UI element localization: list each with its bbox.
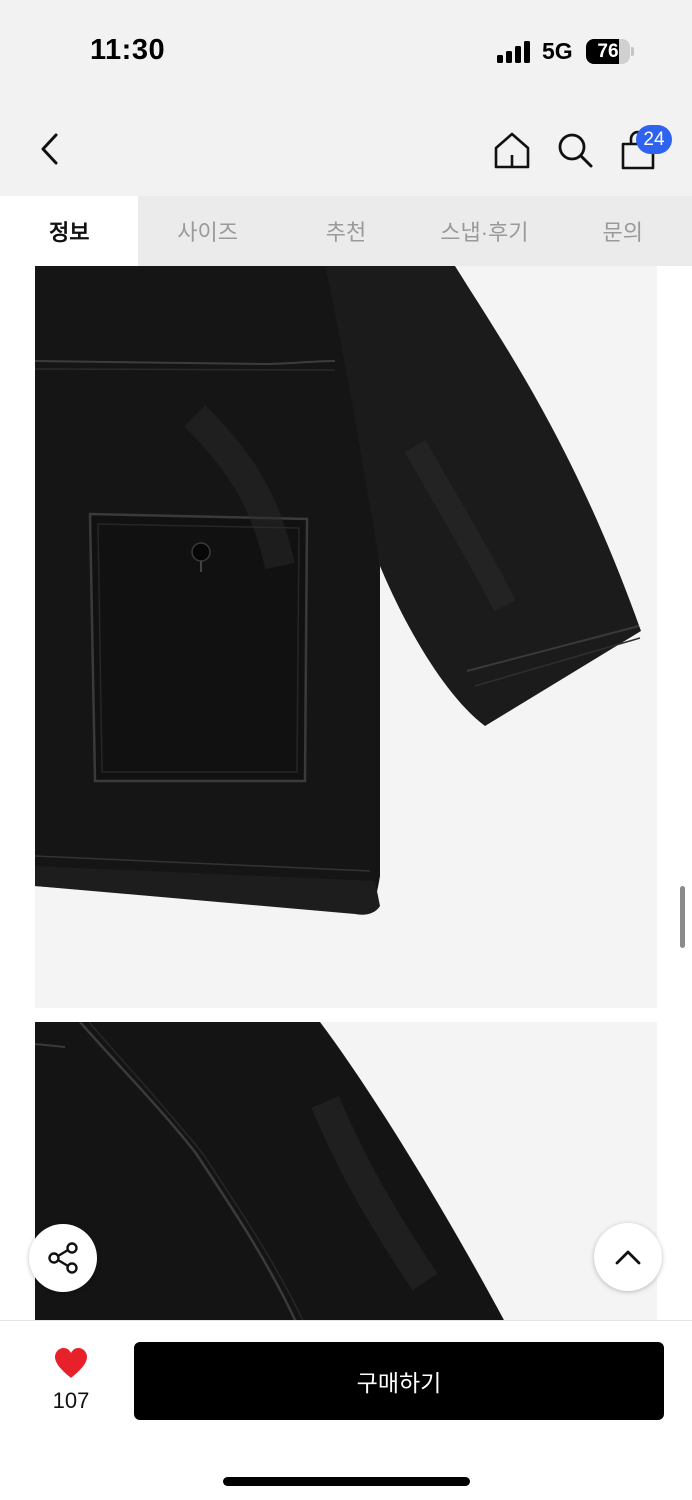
status-time: 11:30: [90, 34, 166, 66]
scroll-indicator[interactable]: [680, 886, 685, 948]
buy-button[interactable]: 구매하기: [134, 1342, 664, 1420]
tab-inquiry[interactable]: 문의: [554, 196, 692, 266]
product-image-back: [35, 1022, 657, 1320]
app-header: [0, 100, 692, 196]
home-button[interactable]: [490, 128, 534, 172]
tab-recommend[interactable]: 추천: [277, 196, 415, 266]
signal-icon: [497, 41, 533, 63]
battery-icon: 76: [586, 39, 630, 64]
battery-level: 76: [597, 41, 619, 62]
back-button[interactable]: [28, 127, 72, 171]
bottom-action-bar: 107 구매하기: [0, 1320, 692, 1500]
chevron-left-icon: [41, 133, 58, 165]
like-button[interactable]: 107: [36, 1347, 106, 1413]
cart-count-badge: 24: [636, 125, 672, 154]
tab-bar: 정보 사이즈 추천 스냅·후기 문의: [0, 196, 692, 266]
tab-size[interactable]: 사이즈: [138, 196, 276, 266]
status-bar: 11:30 5G 76: [0, 0, 692, 100]
chevron-up-icon: [615, 1250, 641, 1265]
scroll-top-button[interactable]: [594, 1223, 662, 1291]
battery-tip: [631, 47, 634, 56]
search-button[interactable]: [553, 128, 597, 172]
tab-info[interactable]: 정보: [0, 196, 139, 266]
share-button[interactable]: [29, 1224, 97, 1292]
home-icon: [494, 132, 530, 169]
heart-icon: [55, 1348, 87, 1378]
network-label: 5G: [542, 38, 573, 64]
tab-snap-review[interactable]: 스냅·후기: [415, 196, 553, 266]
search-icon: [558, 133, 593, 168]
home-indicator: [223, 1477, 470, 1486]
like-count: 107: [52, 1388, 90, 1413]
product-image-pocket: [35, 266, 657, 1008]
product-detail-content: [0, 266, 692, 1320]
share-icon: [48, 1242, 78, 1274]
